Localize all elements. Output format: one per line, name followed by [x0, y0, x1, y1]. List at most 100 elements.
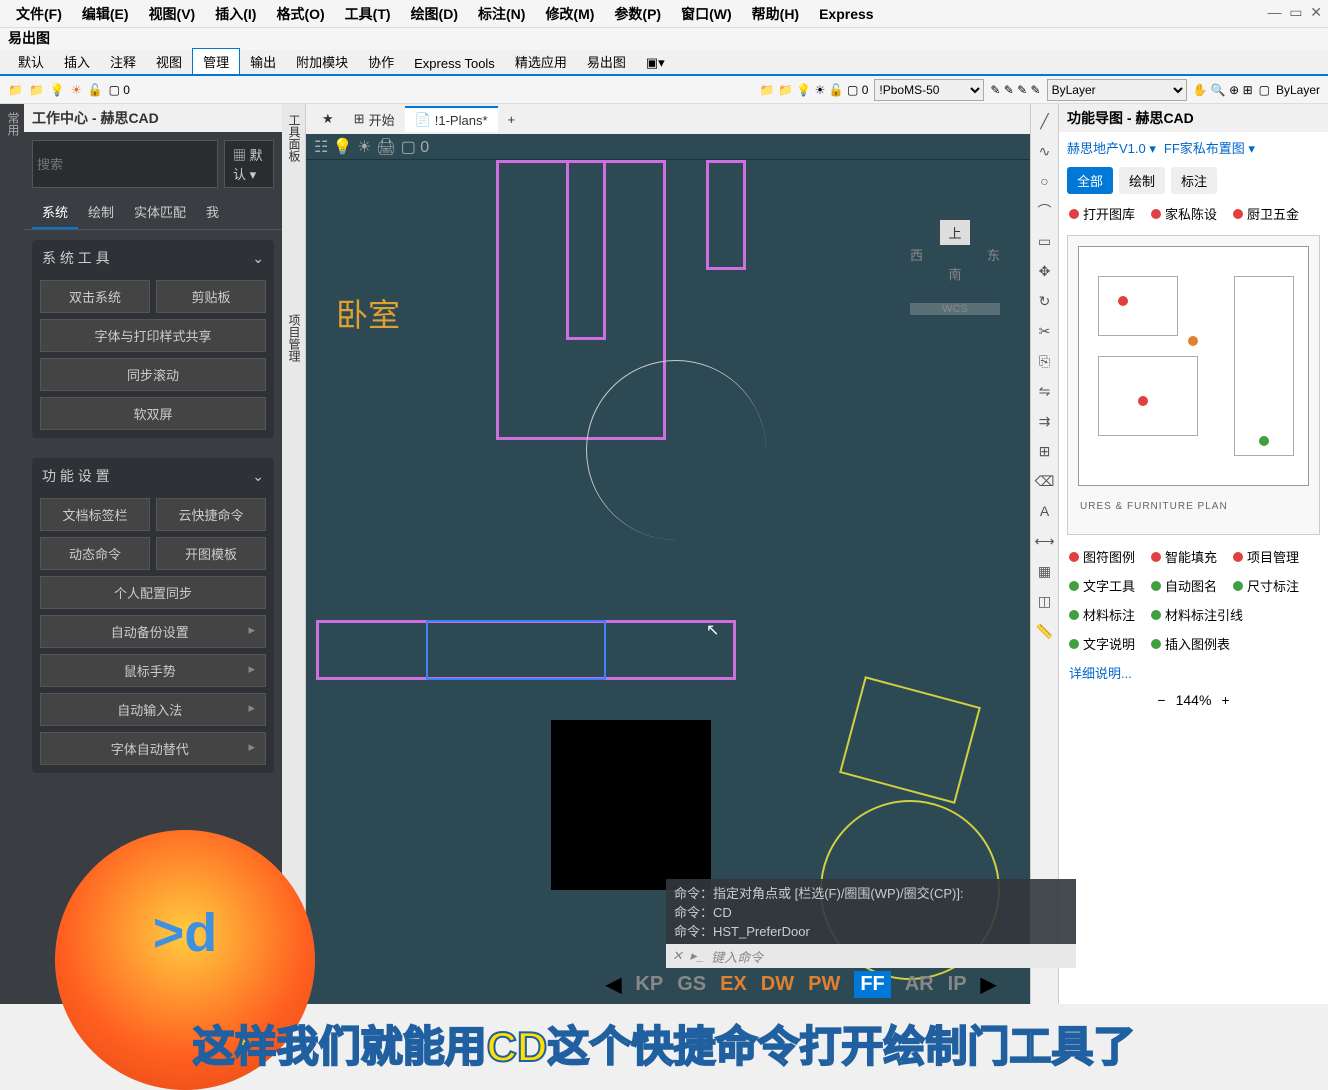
tool-mirror-icon[interactable]: ⇋: [1034, 380, 1056, 402]
rp-drawing-select[interactable]: FF家私布置图 ▾: [1164, 138, 1255, 157]
kp-next-icon[interactable]: ▶: [981, 972, 996, 997]
tag-open-lib[interactable]: 打开图库: [1069, 204, 1135, 223]
tool-array-icon[interactable]: ⊞: [1034, 440, 1056, 462]
btn-auto-ime[interactable]: 自动输入法: [40, 693, 266, 726]
doc-tab-add[interactable]: +: [498, 108, 526, 131]
menu-file[interactable]: 文件(F): [6, 4, 72, 24]
menu-param[interactable]: 参数(P): [604, 4, 671, 24]
menu-edit[interactable]: 编辑(E): [72, 4, 139, 24]
tag-project[interactable]: 项目管理: [1233, 547, 1299, 566]
tab-express[interactable]: Express Tools: [404, 53, 505, 74]
rp-preview-thumbnail[interactable]: URES & FURNITURE PLAN: [1067, 235, 1320, 535]
btn-clipboard[interactable]: 剪贴板: [156, 280, 266, 313]
tab-default[interactable]: 默认: [8, 49, 54, 74]
tool-offset-icon[interactable]: ⇉: [1034, 410, 1056, 432]
tab-addon[interactable]: 附加模块: [286, 49, 358, 74]
tag-insert-legend[interactable]: 插入图例表: [1151, 634, 1230, 653]
tool-hatch-icon[interactable]: ▦: [1034, 560, 1056, 582]
strip-common[interactable]: 常用: [5, 112, 22, 996]
command-input[interactable]: ✕ ▸_ 键入命令: [666, 944, 1076, 968]
tab-annotate[interactable]: 注释: [100, 49, 146, 74]
kp-prev-icon[interactable]: ◀: [606, 972, 621, 997]
lp-tab-system[interactable]: 系统: [32, 196, 78, 229]
layer-icon2[interactable]: 📁: [29, 83, 44, 97]
rp-project-select[interactable]: 赫思地产V1.0 ▾: [1067, 138, 1156, 157]
color-swatch[interactable]: ▢ 0: [109, 83, 130, 97]
btn-personal-sync[interactable]: 个人配置同步: [40, 576, 266, 609]
tag-dim[interactable]: 尺寸标注: [1233, 576, 1299, 595]
tab-yichutu[interactable]: 易出图: [577, 49, 636, 74]
tab-insert[interactable]: 插入: [54, 49, 100, 74]
btn-doc-tabs[interactable]: 文档标签栏: [40, 498, 150, 531]
doc-tab-home[interactable]: ★: [312, 107, 344, 131]
window-controls[interactable]: — ▭ ✕: [1267, 4, 1322, 21]
btn-font-sub[interactable]: 字体自动替代: [40, 732, 266, 765]
kp-DW[interactable]: DW: [761, 973, 794, 996]
tool-dim-icon[interactable]: ⟷: [1034, 530, 1056, 552]
vp-icon[interactable]: ☷ 💡 ☀ 🖨 ▢ 0: [314, 137, 429, 157]
toolbar-icons3[interactable]: ✎ ✎ ✎ ✎: [990, 83, 1040, 97]
btn-mouse-gesture[interactable]: 鼠标手势: [40, 654, 266, 687]
menu-window[interactable]: 窗口(W): [671, 4, 742, 24]
filter-dim[interactable]: 标注: [1171, 167, 1217, 194]
nav-icons[interactable]: ✋ 🔍 ⊕ ⊞: [1193, 83, 1253, 97]
view-cube[interactable]: 上 西东 南 WCS: [910, 220, 1000, 310]
tool-rotate-icon[interactable]: ↻: [1034, 290, 1056, 312]
btn-font-share[interactable]: 字体与打印样式共享: [40, 319, 266, 352]
menu-view[interactable]: 视图(V): [139, 4, 206, 24]
menu-format[interactable]: 格式(O): [266, 4, 334, 24]
kp-GS[interactable]: GS: [677, 973, 706, 996]
bylayer-select1[interactable]: ByLayer: [1047, 79, 1187, 101]
tag-textnote[interactable]: 文字说明: [1069, 634, 1135, 653]
tag-furniture[interactable]: 家私陈设: [1151, 204, 1217, 223]
color-box[interactable]: ▢: [1259, 83, 1270, 97]
layer-select[interactable]: !PboMS-50: [874, 79, 984, 101]
toolbar-group2[interactable]: 📁 📁 💡 ☀ 🔓 ▢ 0: [760, 83, 869, 97]
filter-all[interactable]: 全部: [1067, 167, 1113, 194]
doc-tab-start[interactable]: ⊞ 开始: [344, 106, 405, 133]
tool-copy-icon[interactable]: ⎘: [1034, 350, 1056, 372]
tag-smartfill[interactable]: 智能填充: [1151, 547, 1217, 566]
tool-move-icon[interactable]: ✥: [1034, 260, 1056, 282]
tag-legend[interactable]: 图符图例: [1069, 547, 1135, 566]
search-input[interactable]: [32, 140, 218, 188]
menu-tools[interactable]: 工具(T): [335, 4, 401, 24]
menu-dim[interactable]: 标注(N): [468, 4, 535, 24]
lp-tab-me[interactable]: 我: [196, 196, 229, 229]
tab-manage[interactable]: 管理: [192, 48, 240, 74]
tool-trim-icon[interactable]: ✂: [1034, 320, 1056, 342]
kp-EX[interactable]: EX: [720, 973, 747, 996]
bulb-icon[interactable]: 💡: [50, 83, 65, 97]
lock-icon[interactable]: 🔓: [88, 83, 103, 97]
zoom-out-button[interactable]: −: [1157, 692, 1165, 708]
tag-material[interactable]: 材料标注: [1069, 605, 1135, 624]
sun-icon[interactable]: ☀: [71, 83, 82, 97]
tag-texttool[interactable]: 文字工具: [1069, 576, 1135, 595]
sec2-header[interactable]: 功 能 设 置⌄: [32, 458, 274, 494]
kp-IP[interactable]: IP: [948, 973, 967, 996]
menu-modify[interactable]: 修改(M): [535, 4, 604, 24]
doc-tab-plans[interactable]: 📄 !1-Plans*: [405, 106, 498, 132]
menu-express[interactable]: Express: [809, 6, 883, 22]
canvas-viewport[interactable]: 卧室 上 西东 南 WCS ↖: [306, 160, 1030, 1004]
kp-AR[interactable]: AR: [905, 973, 934, 996]
filter-draw[interactable]: 绘制: [1119, 167, 1165, 194]
sec1-header[interactable]: 系 统 工 具⌄: [32, 240, 274, 276]
lp-tab-match[interactable]: 实体匹配: [124, 196, 196, 229]
tool-erase-icon[interactable]: ⌫: [1034, 470, 1056, 492]
tool-block-icon[interactable]: ◫: [1034, 590, 1056, 612]
btn-cloud-cmd[interactable]: 云快捷命令: [156, 498, 266, 531]
menu-insert[interactable]: 插入(I): [205, 4, 266, 24]
tab-collab[interactable]: 协作: [358, 49, 404, 74]
tool-rect-icon[interactable]: ▭: [1034, 230, 1056, 252]
tag-matleader[interactable]: 材料标注引线: [1151, 605, 1243, 624]
tool-text-icon[interactable]: A: [1034, 500, 1056, 522]
tag-hardware[interactable]: 厨卫五金: [1233, 204, 1299, 223]
tab-featured[interactable]: 精选应用: [505, 49, 577, 74]
lp-tab-draw[interactable]: 绘制: [78, 196, 124, 229]
btn-sync-scroll[interactable]: 同步滚动: [40, 358, 266, 391]
tab-output[interactable]: 输出: [240, 49, 286, 74]
tool-line-icon[interactable]: ╱: [1034, 110, 1056, 132]
tool-circle-icon[interactable]: ○: [1034, 170, 1056, 192]
btn-autobackup[interactable]: 自动备份设置: [40, 615, 266, 648]
